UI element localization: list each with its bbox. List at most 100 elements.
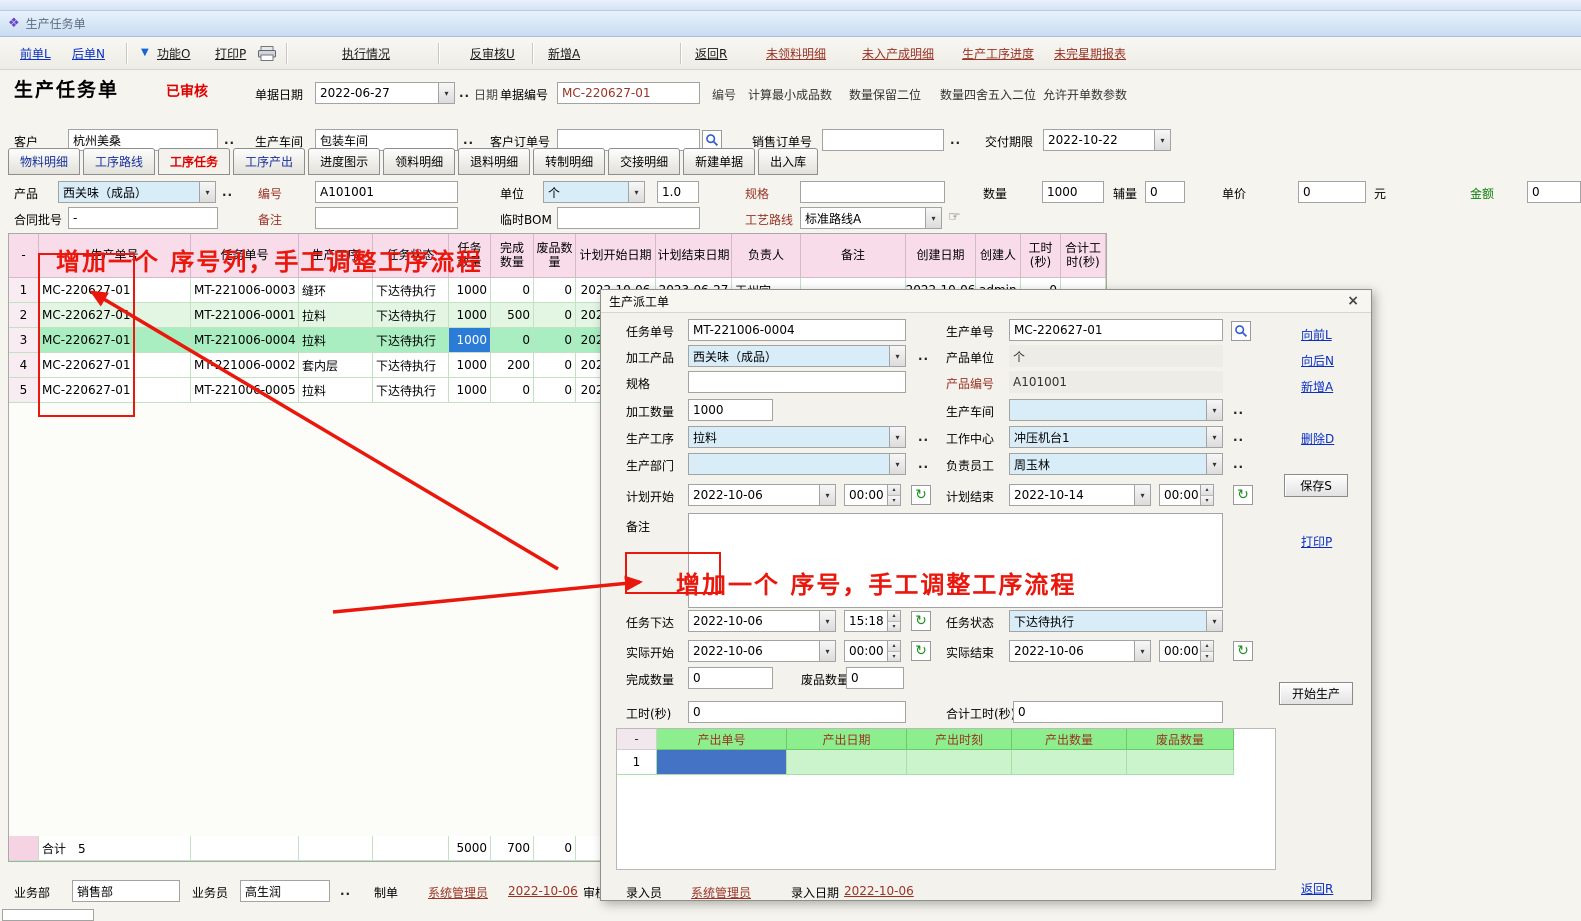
tab[interactable]: 工序产出	[233, 148, 305, 175]
ellipsis-button[interactable]: ..	[918, 430, 929, 444]
ellipsis-button[interactable]: ..	[1233, 403, 1244, 417]
actual-end-time-input[interactable]: 00:00 ▴▾	[1159, 640, 1214, 662]
col-header-owner[interactable]: 负责人	[732, 234, 801, 278]
tab[interactable]: 转制明细	[533, 148, 605, 175]
price-input[interactable]: 0	[1298, 181, 1366, 203]
work-qty-input[interactable]: 1000	[688, 399, 773, 421]
actual-start-date-input[interactable]: 2022-10-06 ▾	[688, 640, 836, 662]
chevron-down-icon[interactable]: ▾	[1206, 611, 1222, 631]
process-select[interactable]: 拉料 ▾	[688, 426, 906, 448]
plan-end-time-input[interactable]: 00:00 ▴▾	[1159, 484, 1214, 506]
out-col-rownum[interactable]: -	[617, 729, 657, 750]
dept-input[interactable]: 销售部	[72, 880, 180, 902]
tab[interactable]: 领料明细	[383, 148, 455, 175]
chevron-down-icon[interactable]: ▾	[199, 182, 215, 202]
refresh-icon[interactable]: ↻	[911, 611, 931, 631]
total-hours-input[interactable]: 0	[1013, 701, 1223, 723]
chevron-down-icon[interactable]: ▾	[889, 346, 905, 366]
report-link[interactable]: 未入产成明细	[862, 45, 934, 62]
close-icon[interactable]: ×	[1343, 293, 1363, 309]
col-header-rownum[interactable]: -	[9, 234, 39, 278]
sales-order-input[interactable]	[822, 129, 944, 151]
hours-input[interactable]: 0	[688, 701, 906, 723]
worker-select[interactable]: 周玉林 ▾	[1009, 453, 1223, 475]
tab[interactable]: 进度图示	[308, 148, 380, 175]
temp-bom-input[interactable]	[557, 207, 700, 229]
refresh-icon[interactable]: ↻	[1233, 641, 1253, 661]
col-header-hours[interactable]: 工时 (秒)	[1021, 234, 1061, 278]
product-code-input[interactable]: A101001	[315, 181, 458, 203]
calendar-dropdown-icon[interactable]: ▾	[1134, 485, 1150, 505]
refresh-icon[interactable]: ↻	[911, 641, 931, 661]
chevron-down-icon[interactable]: ▾	[628, 182, 644, 202]
col-header-total-hours[interactable]: 合计工 时(秒)	[1061, 234, 1106, 278]
search-icon[interactable]	[702, 130, 722, 150]
amount-input[interactable]: 0	[1527, 181, 1581, 203]
report-link[interactable]: 生产工序进度	[962, 45, 1034, 62]
unit-select[interactable]: 个 ▾	[543, 181, 645, 203]
scrap-qty-input[interactable]: 0	[846, 667, 904, 689]
workshop-select[interactable]: ▾	[1009, 399, 1223, 421]
done-qty-input[interactable]: 0	[688, 667, 773, 689]
aux-qty-input[interactable]: 0	[1145, 181, 1185, 203]
dialog-next-link[interactable]: 向后N	[1301, 352, 1334, 369]
actual-start-time-input[interactable]: 00:00 ▴▾	[844, 640, 901, 662]
report-link[interactable]: 未完星期报表	[1054, 45, 1126, 62]
out-col-doc-no[interactable]: 产出单号	[657, 729, 787, 750]
dispatch-time-input[interactable]: 15:18 ▴▾	[844, 610, 901, 632]
dialog-add-link[interactable]: 新增A	[1301, 378, 1333, 395]
calendar-dropdown-icon[interactable]: ▾	[1154, 130, 1170, 150]
col-header-plan-start[interactable]: 计划开始日期	[576, 234, 656, 278]
tab[interactable]: 出入库	[758, 148, 818, 175]
plan-start-time-input[interactable]: 00:00 ▴▾	[844, 484, 901, 506]
report-link[interactable]: 未领料明细	[766, 45, 826, 62]
tab[interactable]: 工序路线	[83, 148, 155, 175]
unit-factor-input[interactable]: 1.0	[657, 181, 699, 203]
tab[interactable]: 退料明细	[458, 148, 530, 175]
chevron-down-icon[interactable]: ▾	[889, 427, 905, 447]
ellipsis-button[interactable]: ..	[340, 884, 351, 898]
refresh-icon[interactable]: ↻	[1233, 485, 1253, 505]
tab[interactable]: 新建单据	[683, 148, 755, 175]
search-icon[interactable]	[1231, 321, 1251, 341]
dialog-back-link[interactable]: 返回R	[1301, 880, 1333, 897]
ellipsis-button[interactable]: ..	[918, 457, 929, 471]
time-spinner[interactable]: ▴▾	[1200, 641, 1213, 661]
task-no-input[interactable]: MT-221006-0004	[688, 319, 906, 341]
out-col-scrap[interactable]: 废品数量	[1127, 729, 1234, 750]
tab[interactable]: 物料明细	[8, 148, 80, 175]
actual-end-date-input[interactable]: 2022-10-06 ▾	[1009, 640, 1151, 662]
contract-batch-input[interactable]: -	[68, 207, 218, 229]
note-input[interactable]	[315, 207, 458, 229]
spec-input[interactable]	[688, 371, 906, 393]
out-col-time[interactable]: 产出时刻	[907, 729, 1012, 750]
save-button[interactable]: 保存S	[1284, 474, 1348, 497]
col-header-note[interactable]: 备注	[801, 234, 906, 278]
ellipsis-button[interactable]: ..	[1233, 457, 1244, 471]
out-col-date[interactable]: 产出日期	[787, 729, 907, 750]
ellipsis-button[interactable]: ..	[222, 185, 233, 199]
chevron-down-icon[interactable]: ▾	[1206, 427, 1222, 447]
product-select[interactable]: 西关味（成品） ▾	[58, 181, 216, 203]
dialog-print-link[interactable]: 打印P	[1301, 533, 1332, 550]
bottom-partial-input[interactable]	[2, 909, 94, 921]
time-spinner[interactable]: ▴▾	[887, 641, 900, 661]
time-spinner[interactable]: ▴▾	[887, 611, 900, 631]
plan-end-date-input[interactable]: 2022-10-14 ▾	[1009, 484, 1151, 506]
col-header-scrap-qty[interactable]: 废品数 量	[534, 234, 576, 278]
time-spinner[interactable]: ▴▾	[887, 485, 900, 505]
chevron-down-icon[interactable]: ▾	[1206, 400, 1222, 420]
dialog-delete-link[interactable]: 删除D	[1301, 430, 1334, 447]
col-header-plan-end[interactable]: 计划结束日期	[656, 234, 732, 278]
dialog-prev-link[interactable]: 向前L	[1301, 326, 1332, 343]
plan-start-date-input[interactable]: 2022-10-06 ▾	[688, 484, 836, 506]
work-product-select[interactable]: 西关味（成品） ▾	[688, 345, 906, 367]
calendar-dropdown-icon[interactable]: ▾	[819, 611, 835, 631]
chevron-down-icon[interactable]: ▾	[1206, 454, 1222, 474]
prod-dept-select[interactable]: ▾	[688, 453, 906, 475]
out-col-qty[interactable]: 产出数量	[1012, 729, 1127, 750]
chevron-down-icon[interactable]: ▾	[925, 208, 941, 228]
spec-input[interactable]	[800, 181, 945, 203]
output-row[interactable]: 1	[617, 750, 1275, 775]
col-header-created-by[interactable]: 创建人	[976, 234, 1021, 278]
